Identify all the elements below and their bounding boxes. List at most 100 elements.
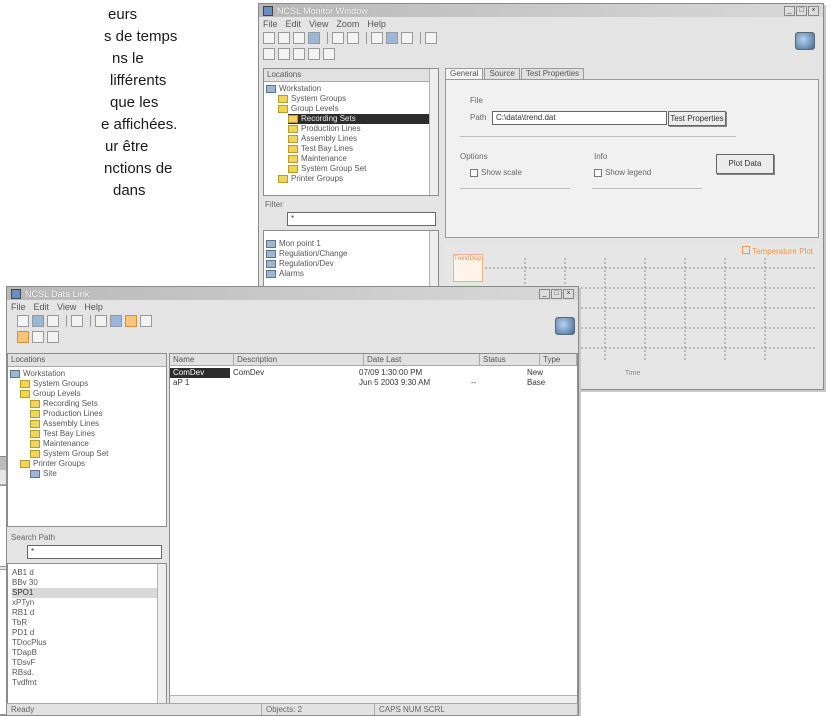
view-3-icon[interactable]	[293, 48, 305, 60]
filter-input[interactable]: *	[287, 212, 436, 226]
list-item[interactable]: xPTyn	[12, 598, 166, 608]
list-item[interactable]: TDocPlus	[12, 638, 166, 648]
tree-scrollbar[interactable]	[429, 69, 438, 195]
open-icon[interactable]	[278, 32, 290, 44]
search-path-input[interactable]: *	[27, 545, 162, 559]
minimize-button[interactable]: _	[784, 5, 795, 16]
new-icon[interactable]	[263, 32, 275, 44]
maximize-button[interactable]: □	[796, 5, 807, 16]
save-icon[interactable]	[47, 315, 59, 327]
tab-source[interactable]: Source	[484, 68, 520, 79]
folder-icon	[20, 380, 30, 388]
column-status[interactable]: Status	[480, 354, 540, 365]
new-icon[interactable]	[17, 315, 29, 327]
list-item[interactable]: TbR	[12, 618, 166, 628]
menu-view[interactable]: View	[309, 19, 328, 29]
item-list-scrollbar[interactable]	[157, 564, 166, 704]
show-legend-checkbox[interactable]: Show legend	[594, 168, 651, 177]
tree-item[interactable]: System Group Set	[266, 164, 438, 174]
tree-item[interactable]: Printer Groups	[266, 174, 438, 184]
list-item[interactable]: Regulation/Dev	[266, 259, 438, 269]
menu-view[interactable]: View	[57, 302, 76, 312]
view-2-icon[interactable]	[278, 48, 290, 60]
show-scale-checkbox[interactable]: Show scale	[470, 168, 522, 177]
toolbar-separator	[327, 32, 328, 44]
list-item[interactable]: RBsd.	[12, 668, 166, 678]
list-item-selected[interactable]: SPO1	[12, 588, 166, 598]
tree-item[interactable]: System Groups	[10, 379, 166, 389]
tree-item[interactable]: Workstation	[266, 84, 438, 94]
plot-data-button[interactable]: Plot Data	[716, 154, 774, 174]
copy-icon[interactable]	[110, 315, 122, 327]
tree-item[interactable]: Test Bay Lines	[10, 429, 166, 439]
tree-item[interactable]: System Groups	[266, 94, 438, 104]
tree-item[interactable]: Group Levels	[266, 104, 438, 114]
help-icon[interactable]	[425, 32, 437, 44]
tree-item-selected[interactable]: Recording Sets	[288, 114, 438, 124]
list-item[interactable]: PD1 d	[12, 628, 166, 638]
menu-help[interactable]: Help	[367, 19, 386, 29]
delete-icon[interactable]	[71, 315, 83, 327]
list-item[interactable]: BBv 30	[12, 578, 166, 588]
tree-item[interactable]: Production Lines	[266, 124, 438, 134]
delete-icon[interactable]	[401, 32, 413, 44]
column-description[interactable]: Description	[234, 354, 364, 365]
tree-item[interactable]: System Group Set	[10, 449, 166, 459]
stop-icon[interactable]	[47, 331, 59, 343]
tree-item[interactable]: Group Levels	[10, 389, 166, 399]
highlight-icon[interactable]	[125, 315, 137, 327]
tree-item[interactable]: Assembly Lines	[10, 419, 166, 429]
table-row[interactable]: aP 1 Jun 5 2003 9:30 AM -- Base	[170, 378, 577, 388]
menu-edit[interactable]: Edit	[286, 19, 302, 29]
tree-item[interactable]: Printer Groups	[10, 459, 166, 469]
list-item[interactable]: TDsvF	[12, 658, 166, 668]
menu-file[interactable]: File	[11, 302, 26, 312]
paste-icon[interactable]	[371, 32, 383, 44]
properties-icon[interactable]	[386, 32, 398, 44]
menu-help[interactable]: Help	[84, 302, 103, 312]
menu-edit[interactable]: Edit	[34, 302, 50, 312]
refresh-icon[interactable]	[32, 331, 44, 343]
tree-item[interactable]: Workstation	[10, 369, 166, 379]
help-icon[interactable]	[140, 315, 152, 327]
table-row[interactable]: ComDev ComDev 07/09 1:30:00 PM New	[170, 368, 577, 378]
cut-icon[interactable]	[95, 315, 107, 327]
column-type[interactable]: Type	[540, 354, 577, 365]
close-button[interactable]: ×	[808, 5, 819, 16]
minimize-button[interactable]: _	[539, 288, 550, 299]
test-properties-button[interactable]: Test Properties	[668, 111, 726, 126]
open-icon[interactable]	[32, 315, 44, 327]
tree-item[interactable]: Test Bay Lines	[266, 144, 438, 154]
tab-test-properties[interactable]: Test Properties	[520, 68, 585, 79]
view-4-icon[interactable]	[308, 48, 320, 60]
tree-item[interactable]: Production Lines	[10, 409, 166, 419]
connect-icon[interactable]	[17, 331, 29, 343]
tree-item[interactable]: Maintenance	[266, 154, 438, 164]
tree-item[interactable]: Assembly Lines	[266, 134, 438, 144]
tree-item[interactable]: Maintenance	[10, 439, 166, 449]
view-5-icon[interactable]	[323, 48, 335, 60]
list-item[interactable]: RB1 d	[12, 608, 166, 618]
save-icon[interactable]	[293, 32, 305, 44]
close-button[interactable]: ×	[563, 288, 574, 299]
list-item[interactable]: TDapB	[12, 648, 166, 658]
tree-item[interactable]: Recording Sets	[10, 399, 166, 409]
list-item[interactable]: Regulation/Change	[266, 249, 438, 259]
print-icon[interactable]	[308, 32, 320, 44]
maximize-button[interactable]: □	[551, 288, 562, 299]
globe-icon	[555, 317, 575, 335]
column-date[interactable]: Date Last	[364, 354, 480, 365]
list-item[interactable]: Mon point 1	[266, 239, 438, 249]
path-input[interactable]: C:\data\trend.dat	[492, 111, 667, 125]
menu-file[interactable]: File	[263, 19, 278, 29]
menu-zoom[interactable]: Zoom	[336, 19, 359, 29]
list-item[interactable]: Alarms	[266, 269, 438, 279]
cut-icon[interactable]	[332, 32, 344, 44]
tab-general[interactable]: General	[445, 68, 484, 79]
list-item[interactable]: Tvdfmt	[12, 678, 166, 688]
tree-item[interactable]: Site	[10, 469, 166, 479]
copy-icon[interactable]	[347, 32, 359, 44]
column-name[interactable]: Name	[170, 354, 234, 365]
view-1-icon[interactable]	[263, 48, 275, 60]
list-item[interactable]: AB1 d	[12, 568, 166, 578]
